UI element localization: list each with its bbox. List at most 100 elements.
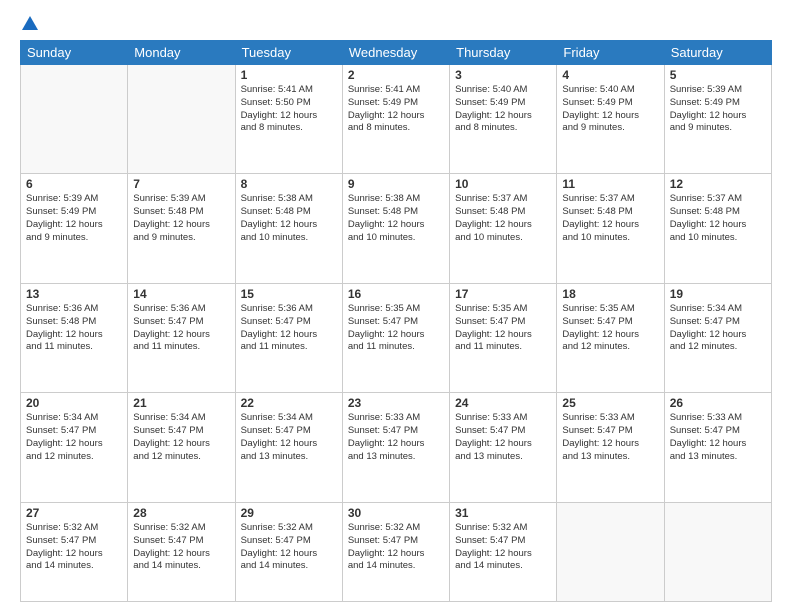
day-number: 26 (670, 396, 766, 410)
calendar-cell: 15 Sunrise: 5:36 AMSunset: 5:47 PMDayligh… (235, 283, 342, 392)
calendar-cell: 30Sunrise: 5:32 AMSunset: 5:47 PMDayligh… (342, 502, 449, 601)
day-info: Sunrise: 5:32 AMSunset: 5:47 PMDaylight:… (455, 522, 551, 573)
calendar-cell (128, 65, 235, 174)
calendar-cell (664, 502, 771, 601)
day-number: 11 (562, 177, 658, 191)
calendar-cell: 23 Sunrise: 5:33 AMSunset: 5:47 PMDayligh… (342, 393, 449, 502)
day-number: 8 (241, 177, 337, 191)
day-info: Sunrise: 5:35 AMSunset: 5:47 PMDaylight:… (562, 303, 658, 354)
day-number: 1 (241, 68, 337, 82)
day-number: 15 (241, 287, 337, 301)
day-info: Sunrise: 5:34 AMSunset: 5:47 PMDaylight:… (133, 412, 229, 463)
day-number: 14 (133, 287, 229, 301)
day-info: Sunrise: 5:40 AMSunset: 5:49 PMDaylight:… (455, 84, 551, 135)
day-info: Sunrise: 5:33 AMSunset: 5:47 PMDaylight:… (348, 412, 444, 463)
day-info: Sunrise: 5:34 AMSunset: 5:47 PMDaylight:… (670, 303, 766, 354)
day-info: Sunrise: 5:37 AMSunset: 5:48 PMDaylight:… (562, 193, 658, 244)
day-number: 25 (562, 396, 658, 410)
day-info: Sunrise: 5:36 AMSunset: 5:48 PMDaylight:… (26, 303, 122, 354)
header-monday: Monday (128, 41, 235, 65)
day-info: Sunrise: 5:35 AMSunset: 5:47 PMDaylight:… (348, 303, 444, 354)
day-info: Sunrise: 5:36 AMSunset: 5:47 PMDaylight:… (241, 303, 337, 354)
day-info: Sunrise: 5:33 AMSunset: 5:47 PMDaylight:… (670, 412, 766, 463)
day-info: Sunrise: 5:36 AMSunset: 5:47 PMDaylight:… (133, 303, 229, 354)
calendar-cell: 6Sunrise: 5:39 AMSunset: 5:49 PMDaylight… (21, 174, 128, 283)
calendar-cell: 11 Sunrise: 5:37 AMSunset: 5:48 PMDayligh… (557, 174, 664, 283)
calendar-table: SundayMondayTuesdayWednesdayThursdayFrid… (20, 40, 772, 602)
day-info: Sunrise: 5:32 AMSunset: 5:47 PMDaylight:… (26, 522, 122, 573)
day-number: 23 (348, 396, 444, 410)
day-info: Sunrise: 5:39 AMSunset: 5:49 PMDaylight:… (670, 84, 766, 135)
calendar-cell: 29 Sunrise: 5:32 AMSunset: 5:47 PMDayligh… (235, 502, 342, 601)
logo (20, 16, 38, 32)
calendar-cell: 1 Sunrise: 5:41 AMSunset: 5:50 PMDaylight… (235, 65, 342, 174)
calendar-cell: 12Sunrise: 5:37 AMSunset: 5:48 PMDayligh… (664, 174, 771, 283)
calendar-cell (557, 502, 664, 601)
day-number: 10 (455, 177, 551, 191)
week-row-3: 20 Sunrise: 5:34 AMSunset: 5:47 PMDayligh… (21, 393, 772, 502)
calendar-cell: 28Sunrise: 5:32 AMSunset: 5:47 PMDayligh… (128, 502, 235, 601)
day-number: 20 (26, 396, 122, 410)
header-tuesday: Tuesday (235, 41, 342, 65)
page: SundayMondayTuesdayWednesdayThursdayFrid… (0, 0, 792, 612)
header-thursday: Thursday (450, 41, 557, 65)
day-number: 16 (348, 287, 444, 301)
day-number: 21 (133, 396, 229, 410)
day-number: 3 (455, 68, 551, 82)
header (20, 16, 772, 32)
day-info: Sunrise: 5:34 AMSunset: 5:47 PMDaylight:… (241, 412, 337, 463)
calendar-cell: 24 Sunrise: 5:33 AMSunset: 5:47 PMDayligh… (450, 393, 557, 502)
day-number: 22 (241, 396, 337, 410)
calendar-cell: 5 Sunrise: 5:39 AMSunset: 5:49 PMDaylight… (664, 65, 771, 174)
calendar-cell: 17 Sunrise: 5:35 AMSunset: 5:47 PMDayligh… (450, 283, 557, 392)
day-number: 5 (670, 68, 766, 82)
calendar-cell: 3 Sunrise: 5:40 AMSunset: 5:49 PMDaylight… (450, 65, 557, 174)
calendar-cell: 21 Sunrise: 5:34 AMSunset: 5:47 PMDayligh… (128, 393, 235, 502)
day-info: Sunrise: 5:34 AMSunset: 5:47 PMDaylight:… (26, 412, 122, 463)
day-info: Sunrise: 5:41 AMSunset: 5:49 PMDaylight:… (348, 84, 444, 135)
week-row-1: 6Sunrise: 5:39 AMSunset: 5:49 PMDaylight… (21, 174, 772, 283)
day-number: 9 (348, 177, 444, 191)
calendar-cell: 20 Sunrise: 5:34 AMSunset: 5:47 PMDayligh… (21, 393, 128, 502)
calendar-cell: 13Sunrise: 5:36 AMSunset: 5:48 PMDayligh… (21, 283, 128, 392)
day-info: Sunrise: 5:39 AMSunset: 5:49 PMDaylight:… (26, 193, 122, 244)
header-wednesday: Wednesday (342, 41, 449, 65)
calendar-cell: 27 Sunrise: 5:32 AMSunset: 5:47 PMDayligh… (21, 502, 128, 601)
calendar-cell: 19 Sunrise: 5:34 AMSunset: 5:47 PMDayligh… (664, 283, 771, 392)
calendar-cell: 4Sunrise: 5:40 AMSunset: 5:49 PMDaylight… (557, 65, 664, 174)
day-info: Sunrise: 5:41 AMSunset: 5:50 PMDaylight:… (241, 84, 337, 135)
day-number: 24 (455, 396, 551, 410)
day-number: 29 (241, 506, 337, 520)
header-friday: Friday (557, 41, 664, 65)
day-info: Sunrise: 5:37 AMSunset: 5:48 PMDaylight:… (455, 193, 551, 244)
calendar-cell: 18Sunrise: 5:35 AMSunset: 5:47 PMDayligh… (557, 283, 664, 392)
calendar-cell: 25Sunrise: 5:33 AMSunset: 5:47 PMDayligh… (557, 393, 664, 502)
week-row-4: 27 Sunrise: 5:32 AMSunset: 5:47 PMDayligh… (21, 502, 772, 601)
calendar-cell: 26 Sunrise: 5:33 AMSunset: 5:47 PMDayligh… (664, 393, 771, 502)
day-info: Sunrise: 5:32 AMSunset: 5:47 PMDaylight:… (241, 522, 337, 573)
day-number: 2 (348, 68, 444, 82)
day-info: Sunrise: 5:40 AMSunset: 5:49 PMDaylight:… (562, 84, 658, 135)
week-row-0: 1 Sunrise: 5:41 AMSunset: 5:50 PMDaylight… (21, 65, 772, 174)
calendar-header-row: SundayMondayTuesdayWednesdayThursdayFrid… (21, 41, 772, 65)
calendar-cell: 31 Sunrise: 5:32 AMSunset: 5:47 PMDayligh… (450, 502, 557, 601)
day-number: 31 (455, 506, 551, 520)
day-number: 19 (670, 287, 766, 301)
calendar-cell: 2 Sunrise: 5:41 AMSunset: 5:49 PMDaylight… (342, 65, 449, 174)
header-sunday: Sunday (21, 41, 128, 65)
calendar-cell: 8Sunrise: 5:38 AMSunset: 5:48 PMDaylight… (235, 174, 342, 283)
day-number: 17 (455, 287, 551, 301)
day-info: Sunrise: 5:32 AMSunset: 5:47 PMDaylight:… (133, 522, 229, 573)
day-number: 27 (26, 506, 122, 520)
day-number: 30 (348, 506, 444, 520)
day-info: Sunrise: 5:35 AMSunset: 5:47 PMDaylight:… (455, 303, 551, 354)
day-info: Sunrise: 5:33 AMSunset: 5:47 PMDaylight:… (455, 412, 551, 463)
calendar-cell (21, 65, 128, 174)
week-row-2: 13Sunrise: 5:36 AMSunset: 5:48 PMDayligh… (21, 283, 772, 392)
calendar-cell: 9Sunrise: 5:38 AMSunset: 5:48 PMDaylight… (342, 174, 449, 283)
calendar-cell: 7Sunrise: 5:39 AMSunset: 5:48 PMDaylight… (128, 174, 235, 283)
logo-triangle-icon (22, 16, 38, 30)
calendar-cell: 10 Sunrise: 5:37 AMSunset: 5:48 PMDayligh… (450, 174, 557, 283)
day-number: 7 (133, 177, 229, 191)
day-number: 12 (670, 177, 766, 191)
